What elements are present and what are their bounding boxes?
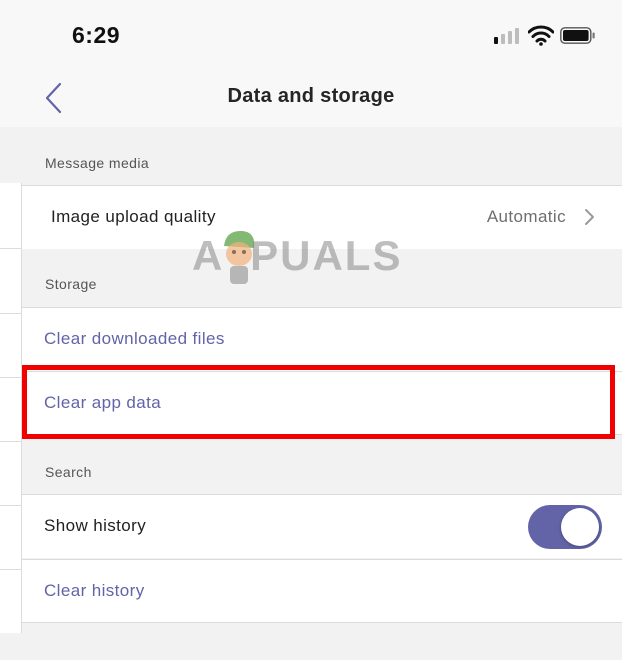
show-history-toggle[interactable] [528,505,602,549]
page-title: Data and storage [227,85,395,107]
section-header-label: Storage [45,276,97,292]
highlight-box [22,365,615,439]
chevron-right-icon [585,209,594,225]
clear-history-link[interactable]: Clear history [44,581,145,601]
clear-downloaded-files-link[interactable]: Clear downloaded files [44,329,225,349]
appuals-watermark: A PUALS [192,228,404,288]
navigation-bar: Data and storage [0,70,622,127]
previous-screen-edge [0,183,22,633]
toggle-knob [561,508,599,546]
show-history-row: Show history [22,494,622,558]
section-header-label: Message media [45,155,150,171]
watermark-text: A PUALS [192,232,403,279]
image-upload-quality-value: Automatic [486,207,566,226]
show-history-label: Show history [44,516,147,535]
status-bar: 6:29 [0,0,622,70]
section-header-label: Search [45,464,92,480]
clear-downloaded-files-row[interactable]: Clear downloaded files [22,307,622,371]
signal-icon [494,28,522,44]
wifi-icon [528,25,554,46]
clear-history-row[interactable]: Clear history [22,559,622,623]
status-time: 6:29 [72,22,121,48]
battery-icon [560,27,595,44]
image-upload-quality-label: Image upload quality [51,207,216,226]
